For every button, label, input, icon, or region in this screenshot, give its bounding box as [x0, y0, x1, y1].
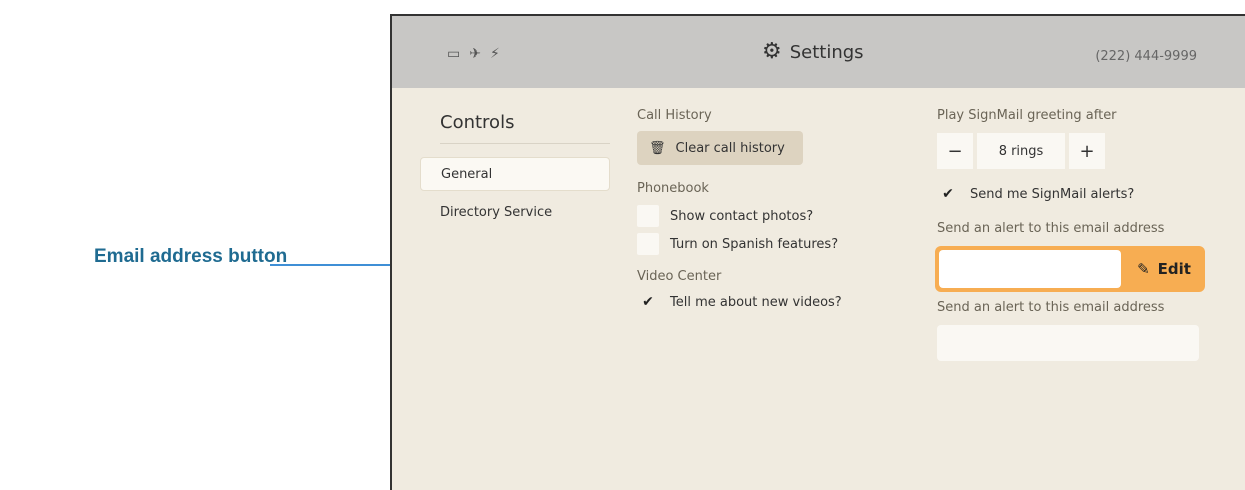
show-contact-photos-option[interactable]: Show contact photos? — [637, 205, 813, 227]
signmail-alerts-option[interactable]: ✔ Send me SignMail alerts? — [937, 183, 1134, 205]
settings-screen: ▭ ✈ ⚡ ⚙ Settings (222) 444-9999 Controls… — [390, 14, 1245, 490]
signmail-alerts-checkbox[interactable]: ✔ — [937, 183, 959, 205]
show-contact-photos-label: Show contact photos? — [670, 208, 814, 224]
edit-email-button[interactable]: ✎ Edit — [1127, 250, 1201, 288]
video-center-label: Video Center — [637, 269, 722, 284]
rings-stepper: − 8 rings + — [937, 133, 1105, 169]
email-alert-label-1: Send an alert to this email address — [937, 221, 1165, 236]
status-icons: ▭ ✈ ⚡ — [447, 46, 500, 62]
microphone-off-icon: ⚡ — [489, 46, 500, 62]
pencil-icon: ✎ — [1137, 260, 1150, 278]
email-address-button[interactable]: ✎ Edit — [935, 246, 1205, 292]
top-bar: ▭ ✈ ⚡ ⚙ Settings (222) 444-9999 — [392, 16, 1245, 88]
display-icon: ▭ — [447, 46, 461, 62]
sidebar-item-general[interactable]: General — [420, 157, 610, 191]
phone-number: (222) 444-9999 — [1095, 49, 1197, 64]
sidebar-divider — [440, 143, 610, 144]
spanish-features-option[interactable]: Turn on Spanish features? — [637, 233, 838, 255]
signmail-alerts-label: Send me SignMail alerts? — [970, 186, 1135, 202]
call-history-label: Call History — [637, 108, 712, 123]
spanish-features-label: Turn on Spanish features? — [670, 236, 839, 252]
email-alert-label-2: Send an alert to this email address — [937, 300, 1165, 315]
rings-value: 8 rings — [977, 133, 1065, 169]
new-videos-checkbox[interactable]: ✔ — [637, 291, 659, 313]
clear-call-history-label: Clear call history — [675, 140, 785, 156]
page-title: ⚙ Settings — [762, 40, 864, 64]
email-field-1[interactable] — [939, 250, 1121, 288]
new-videos-label: Tell me about new videos? — [670, 294, 842, 310]
sidebar-heading: Controls — [440, 112, 515, 133]
show-contact-photos-checkbox[interactable] — [637, 205, 659, 227]
trash-icon: 🗑 — [649, 140, 666, 156]
spanish-features-checkbox[interactable] — [637, 233, 659, 255]
new-videos-option[interactable]: ✔ Tell me about new videos? — [637, 291, 842, 313]
clear-call-history-button[interactable]: 🗑 Clear call history — [637, 131, 803, 165]
gear-icon: ⚙ — [762, 39, 782, 64]
greeting-label: Play SignMail greeting after — [937, 108, 1117, 123]
rings-increase-button[interactable]: + — [1069, 133, 1105, 169]
camera-off-icon: ✈ — [469, 46, 481, 62]
phonebook-label: Phonebook — [637, 181, 709, 196]
sidebar-item-directory-service[interactable]: Directory Service — [420, 196, 610, 230]
email-field-2[interactable] — [937, 325, 1199, 361]
edit-email-label: Edit — [1157, 260, 1191, 278]
page-title-text: Settings — [789, 41, 864, 63]
rings-decrease-button[interactable]: − — [937, 133, 973, 169]
